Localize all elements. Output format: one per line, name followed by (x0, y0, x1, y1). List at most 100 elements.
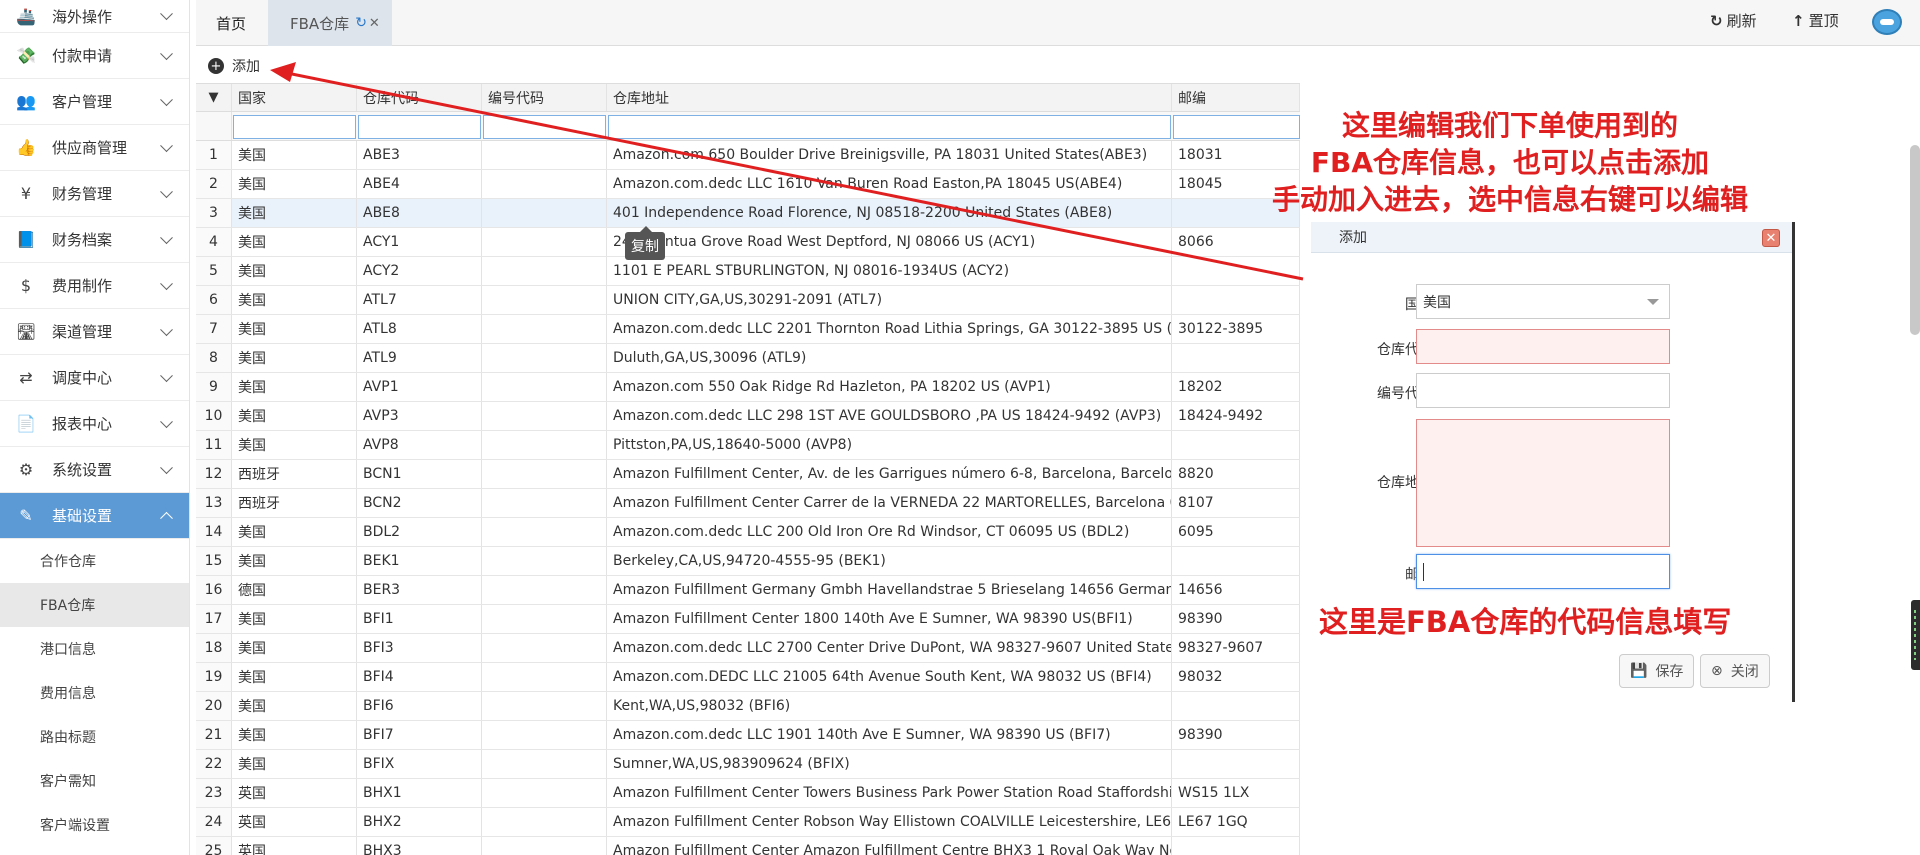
column-header-warehouse-code[interactable]: 仓库代码 (357, 84, 482, 111)
country-select[interactable]: 美国 (1416, 284, 1670, 319)
table-row[interactable]: 16 德国 BER3 Amazon Fulfillment Germany Gmbh … (196, 576, 1300, 605)
table-row[interactable]: 24 英国 BHX2 Amazon Fulfillment Center Robson… (196, 808, 1300, 837)
filter-icon[interactable]: ▼ (196, 84, 232, 111)
number-code-input[interactable] (1416, 373, 1670, 408)
column-header-country[interactable]: 国家 (232, 84, 357, 111)
sidebar-subitem-0[interactable]: 合作仓库 (0, 539, 189, 583)
sidebar-item-5[interactable]: 📘 财务档案 (0, 217, 189, 263)
sidebar-subitem-2[interactable]: 港口信息 (0, 627, 189, 671)
table-row[interactable]: 9 美国 AVP1 Amazon.com 550 Oak Ridge Rd Hazle… (196, 373, 1300, 402)
side-panel-handle[interactable] (1911, 600, 1920, 670)
address-textarea[interactable] (1416, 419, 1670, 547)
table-row[interactable]: 4 美国 ACY1 240 Mantua Grove Road West Deptfo… (196, 228, 1300, 257)
table-row[interactable]: 23 英国 BHX1 Amazon Fulfillment Center Towers… (196, 779, 1300, 808)
cell-address: Amazon Fulfillment Center Towers Busines… (607, 779, 1172, 807)
row-number: 15 (196, 547, 232, 575)
cell-warehouse-code: BFI1 (357, 605, 482, 633)
row-number: 4 (196, 228, 232, 256)
sidebar-subitem-3[interactable]: 费用信息 (0, 671, 189, 715)
sidebar-subitem-6[interactable]: 客户端设置 (0, 803, 189, 847)
sidebar-item-1[interactable]: 💸 付款申请 (0, 33, 189, 79)
table-row[interactable]: 6 美国 ATL7 UNION CITY,GA,US,30291-2091 (ATL7… (196, 286, 1300, 315)
cell-warehouse-code: BFI4 (357, 663, 482, 691)
tab-fba-label: FBA仓库 (290, 14, 350, 33)
vertical-scrollbar[interactable] (1910, 145, 1920, 335)
table-row[interactable]: 25 英国 BHX3 Amazon Fulfillment Center Amazon… (196, 837, 1300, 855)
plus-circle-icon: + (208, 58, 224, 74)
cell-warehouse-code: BCN2 (357, 489, 482, 517)
sidebar-item-label: 财务档案 (52, 231, 113, 249)
table-row[interactable]: 17 美国 BFI1 Amazon Fulfillment Center 1800 1… (196, 605, 1300, 634)
add-button[interactable]: + 添加 (202, 53, 268, 79)
filter-input-country[interactable] (233, 115, 356, 139)
sidebar-item-4[interactable]: ¥ 财务管理 (0, 171, 189, 217)
column-header-number-code[interactable]: 编号代码 (482, 84, 607, 111)
pin-top-button[interactable]: ↑ 置顶 (1792, 10, 1839, 31)
filter-input-number-code[interactable] (483, 115, 606, 139)
cell-address: Sumner,WA,US,983909624 (BFIX) (607, 750, 1172, 778)
table-row[interactable]: 3 美国 ABE8 401 Independence Road Florence, N… (196, 199, 1300, 228)
avatar[interactable] (1872, 9, 1902, 35)
sidebar-item-label: 系统设置 (52, 461, 113, 479)
yen-icon: ¥ (20, 184, 32, 203)
cell-number-code (482, 431, 607, 459)
sidebar-item-10[interactable]: ⚙ 系统设置 (0, 447, 189, 493)
sidebar-item-8[interactable]: ⇄ 调度中心 (0, 355, 189, 401)
close-button[interactable]: ⊗ 关闭 (1700, 654, 1770, 688)
sidebar-item-3[interactable]: 👍 供应商管理 (0, 125, 189, 171)
save-button[interactable]: 💾 保存 (1619, 654, 1695, 688)
row-number: 13 (196, 489, 232, 517)
table-row[interactable]: 2 美国 ABE4 Amazon.com.dedc LLC 1610 Van Bure… (196, 170, 1300, 199)
column-header-address[interactable]: 仓库地址 (607, 84, 1172, 111)
refresh-icon[interactable]: ↻ (355, 15, 367, 31)
sidebar-subitem-5[interactable]: 客户需知 (0, 759, 189, 803)
filter-input-warehouse-code[interactable] (358, 115, 481, 139)
chevron-down-icon (1647, 299, 1659, 305)
tab-home[interactable]: 首页 (216, 0, 246, 46)
table-row[interactable]: 22 美国 BFIX Sumner,WA,US,983909624 (BFIX) (196, 750, 1300, 779)
close-icon[interactable]: ✕ (1762, 229, 1780, 247)
dollar-icon: $ (20, 276, 32, 295)
cell-warehouse-code: ATL7 (357, 286, 482, 314)
sidebar-item-9[interactable]: 📄 报表中心 (0, 401, 189, 447)
table-row[interactable]: 11 美国 AVP8 Pittston,PA,US,18640-5000 (AVP8) (196, 431, 1300, 460)
road-icon: 🛣 (15, 322, 37, 341)
sidebar-item-0[interactable]: 🚢 海外操作 (0, 0, 189, 33)
close-icon[interactable]: ✕ (369, 16, 380, 31)
cell-number-code (482, 344, 607, 372)
table-row[interactable]: 18 美国 BFI3 Amazon.com.dedc LLC 2700 Center … (196, 634, 1300, 663)
sidebar-subitem-1[interactable]: FBA仓库 (0, 583, 189, 627)
table-row[interactable]: 10 美国 AVP3 Amazon.com.dedc LLC 298 1ST AVE … (196, 402, 1300, 431)
row-number: 14 (196, 518, 232, 546)
table-row[interactable]: 15 美国 BEK1 Berkeley,CA,US,94720-4555-95 (BE… (196, 547, 1300, 576)
sidebar-subitem-4[interactable]: 路由标题 (0, 715, 189, 759)
table-row[interactable]: 1 美国 ABE3 Amazon.com 650 Boulder Drive Brei… (196, 141, 1300, 170)
row-number: 7 (196, 315, 232, 343)
table-row[interactable]: 12 西班牙 BCN1 Amazon Fulfillment Center, Av. … (196, 460, 1300, 489)
tab-fba-warehouse[interactable]: FBA仓库 ↻ ✕ (268, 0, 392, 46)
filter-input-address[interactable] (608, 115, 1171, 139)
sidebar-item-2[interactable]: 👥 客户管理 (0, 79, 189, 125)
chevron-icon (160, 92, 173, 106)
cell-warehouse-code: ACY1 (357, 228, 482, 256)
cell-warehouse-code: BHX3 (357, 837, 482, 855)
cell-country: 西班牙 (232, 460, 357, 488)
table-row[interactable]: 19 美国 BFI4 Amazon.com.DEDC LLC 21005 64th A… (196, 663, 1300, 692)
refresh-button[interactable]: ↻ 刷新 (1710, 10, 1757, 31)
table-row[interactable]: 14 美国 BDL2 Amazon.com.dedc LLC 200 Old Iron… (196, 518, 1300, 547)
table-row[interactable]: 21 美国 BFI7 Amazon.com.dedc LLC 1901 140th A… (196, 721, 1300, 750)
copy-tooltip: 复制 (625, 226, 665, 260)
table-row[interactable]: 8 美国 ATL9 Duluth,GA,US,30096 (ATL9) (196, 344, 1300, 373)
cell-postcode: 8107 (1172, 489, 1300, 517)
cell-postcode (1172, 257, 1300, 285)
table-row[interactable]: 5 美国 ACY2 1101 E PEARL STBURLINGTON, NJ 080… (196, 257, 1300, 286)
table-row[interactable]: 7 美国 ATL8 Amazon.com.dedc LLC 2201 Thornton… (196, 315, 1300, 344)
table-row[interactable]: 20 美国 BFI6 Kent,WA,US,98032 (BFI6) (196, 692, 1300, 721)
table-row[interactable]: 13 西班牙 BCN2 Amazon Fulfillment Center Carre… (196, 489, 1300, 518)
chevron-icon (160, 414, 173, 428)
warehouse-code-input[interactable] (1416, 329, 1670, 364)
sidebar-item-7[interactable]: 🛣 渠道管理 (0, 309, 189, 355)
sidebar-item-6[interactable]: $ 费用制作 (0, 263, 189, 309)
sidebar-item-11[interactable]: ✎ 基础设置 (0, 493, 189, 539)
postcode-input[interactable] (1416, 554, 1670, 589)
